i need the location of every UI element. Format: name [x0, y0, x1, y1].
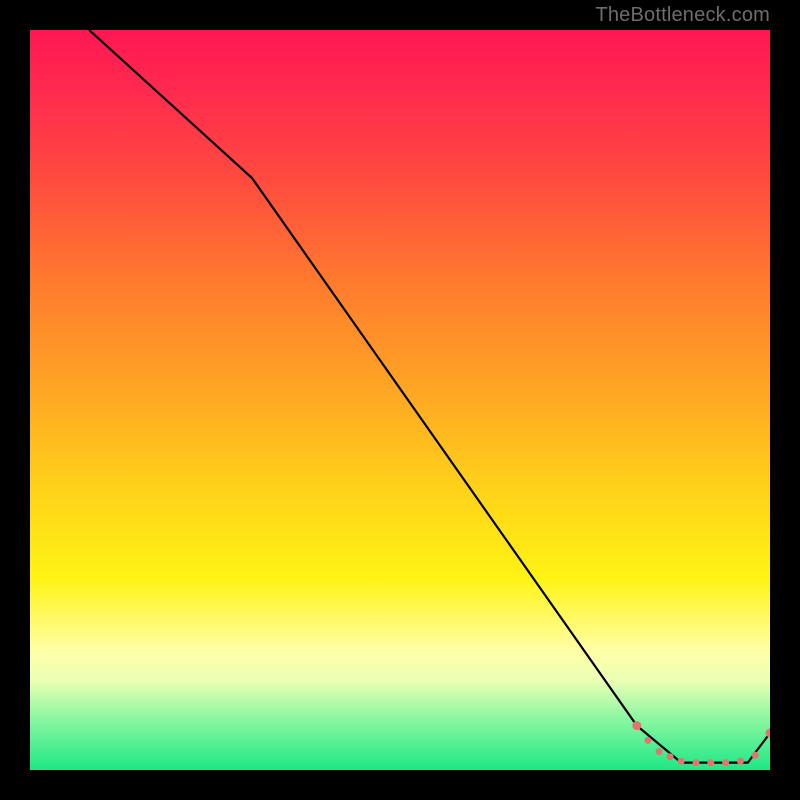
chart-frame: TheBottleneck.com	[0, 0, 800, 800]
watermark-label: TheBottleneck.com	[595, 4, 770, 27]
plot-area	[30, 30, 770, 770]
